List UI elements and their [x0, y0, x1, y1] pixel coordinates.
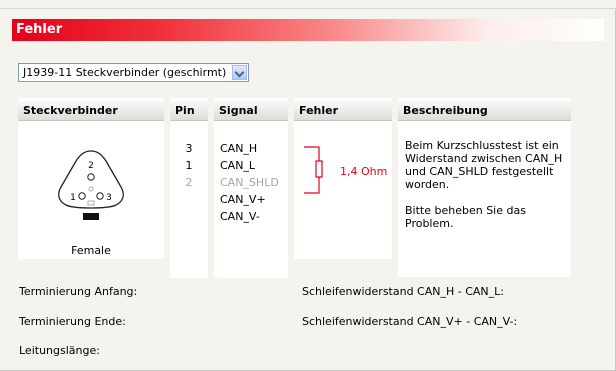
pin-label-left: 1	[70, 193, 76, 203]
termination-start-label: Terminierung Anfang:	[19, 285, 138, 298]
pin-label-top: 2	[88, 161, 94, 171]
signal-cell: CAN_V+	[220, 193, 266, 206]
connector-column: Steckverbinder 2 1 3 Female	[18, 98, 164, 259]
pin-list: 3 1 2	[170, 121, 208, 278]
pin-column: Pin 3 1 2	[170, 98, 208, 278]
connector-pinout-icon: 2 1 3	[58, 150, 124, 220]
resistor-icon	[304, 146, 323, 194]
signal-header: Signal	[214, 98, 288, 121]
connector-body: 2 1 3 Female	[18, 121, 164, 259]
loop-resistance-v-label: Schleifenwiderstand CAN_V+ - CAN_V-:	[302, 315, 518, 328]
chevron-down-icon[interactable]	[232, 65, 247, 80]
pin-cell	[170, 208, 208, 225]
section-header: Fehler	[12, 19, 604, 41]
pin-cell: 1	[185, 159, 193, 172]
resistance-value: 1,4 Ohm	[340, 165, 388, 178]
description-column: Beschreibung Beim Kurzschlusstest ist ei…	[398, 98, 571, 277]
connector-select[interactable]: J1939-11 Steckverbinder (geschirmt)	[18, 63, 249, 82]
signal-cell: CAN_L	[220, 159, 256, 172]
signal-cell: CAN_V-	[220, 210, 260, 223]
signal-column: Signal CAN_H CAN_L CAN_SHLD CAN_V+ CAN_V…	[214, 98, 288, 278]
signal-cell: CAN_H	[220, 142, 258, 155]
pin-label-right: 3	[106, 193, 112, 203]
connector-header: Steckverbinder	[18, 98, 164, 121]
connector-type-label: Female	[71, 244, 111, 257]
description-hint: Bitte beheben Sie das Problem.	[405, 204, 526, 230]
error-body: 1,4 Ohm	[294, 121, 392, 259]
description-body: Beim Kurzschlusstest ist ein Widerstand …	[398, 121, 571, 277]
loop-resistance-h-l-label: Schleifenwiderstand CAN_H - CAN_L:	[302, 285, 504, 298]
description-header: Beschreibung	[398, 98, 571, 121]
pin-cell	[170, 191, 208, 208]
connector-select-value: J1939-11 Steckverbinder (geschirmt)	[23, 66, 227, 79]
pin-cell: 3	[185, 142, 193, 155]
signal-list: CAN_H CAN_L CAN_SHLD CAN_V+ CAN_V-	[214, 121, 288, 278]
termination-end-label: Terminierung Ende:	[19, 315, 126, 328]
cable-length-label: Leitungslänge:	[19, 344, 100, 357]
top-strip	[0, 0, 616, 9]
pin-header: Pin	[170, 98, 208, 121]
error-column: Fehler 1,4 Ohm	[294, 98, 392, 259]
section-title: Fehler	[16, 22, 63, 37]
signal-cell: CAN_SHLD	[220, 176, 279, 189]
pin-cell: 2	[185, 176, 193, 189]
description-text: Beim Kurzschlusstest ist ein Widerstand …	[405, 139, 563, 191]
error-header: Fehler	[294, 98, 392, 121]
